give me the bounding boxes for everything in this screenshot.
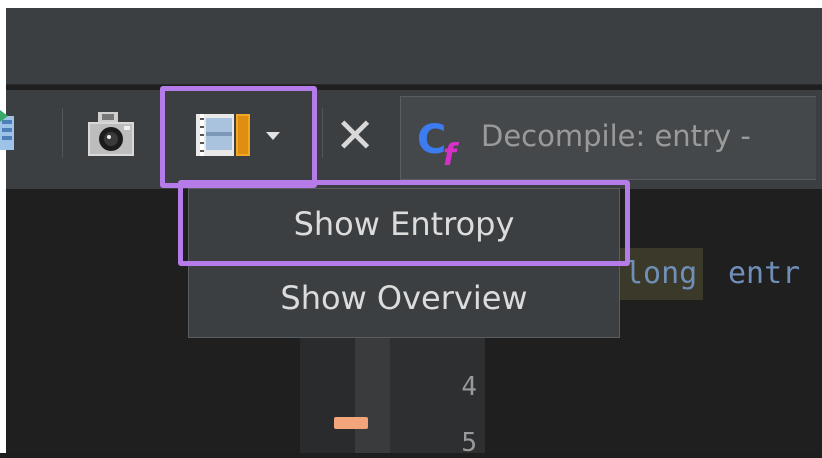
close-icon: ✕ — [335, 108, 376, 164]
file-icon[interactable] — [0, 110, 14, 154]
highlight-box — [178, 180, 630, 266]
line-number: 5 — [461, 428, 477, 458]
svg-text:C: C — [417, 117, 446, 163]
menu-item-show-overview[interactable]: Show Overview — [189, 267, 619, 329]
overview-marker[interactable] — [334, 417, 368, 429]
camera-icon — [88, 112, 134, 156]
decompile-tab[interactable]: C f Decompile: entry - — [400, 96, 816, 180]
code-text: entr — [728, 256, 801, 291]
highlight-box — [160, 86, 317, 188]
toolbar-separator — [62, 108, 63, 158]
snapshot-button[interactable] — [84, 110, 138, 162]
svg-text:f: f — [443, 138, 460, 167]
scroll-strip[interactable] — [355, 338, 390, 453]
title-bar — [6, 8, 822, 85]
code-keyword: long — [619, 248, 704, 300]
close-button[interactable]: ✕ — [325, 104, 385, 168]
decompile-tab-label: Decompile: entry - — [481, 119, 751, 153]
line-number: 4 — [461, 372, 477, 402]
cf-icon: C f — [415, 115, 473, 173]
toolbar-separator — [322, 108, 323, 158]
